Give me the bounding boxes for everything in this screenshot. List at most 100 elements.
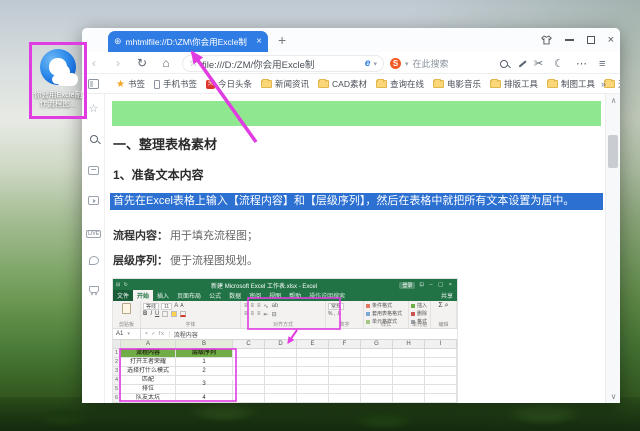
bookmarks-overflow-chevron[interactable]: » (601, 79, 606, 89)
scroll-up-icon[interactable]: ∧ (606, 96, 621, 105)
bookmark-item[interactable]: 无 (604, 78, 620, 90)
selected-text-line: 首先在Excel表格上输入【流程内容】和【层级序列】，然后在表格中就把所有文本设… (110, 193, 603, 210)
bookmark-item[interactable]: 头今日头条 (206, 78, 252, 90)
search-lens-icon[interactable] (82, 134, 105, 146)
green-highlight-block (112, 101, 601, 126)
browser-tab[interactable]: ⊕ mhtmlfile://D:\ZM\你会用Excle制 × (108, 31, 268, 52)
tab-close-icon[interactable]: × (256, 36, 262, 47)
menu-hamburger-icon[interactable]: ≡ (599, 55, 605, 72)
maximize-icon[interactable] (586, 36, 595, 44)
excel-window-title: 新建 Microsoft Excel 工作表.xlsx - Excel (211, 283, 318, 290)
bookmarks-bar: ★ 书签 手机书签 头今日头条 新闻资讯 CAD素材 查询在线 电影音乐 排版工具… (82, 75, 620, 94)
formula-icons: × ✓ fx (141, 331, 170, 337)
bookmark-item[interactable]: 排版工具 (490, 78, 538, 90)
bookmark-item[interactable]: ★ 书签 (116, 78, 145, 90)
forward-icon[interactable]: › (106, 56, 130, 70)
search-box[interactable]: S ▾ 在此搜索 (390, 55, 449, 72)
bookmark-star-icon[interactable]: ☆ (189, 58, 198, 69)
page-content: 一、整理表格素材 1、准备文本内容 首先在Excel表格上输入【流程内容】和【层… (105, 94, 605, 403)
quick-access-icons: ⊟ ↻ (116, 282, 129, 288)
desktop-shortcut-qq-browser-file[interactable]: 你会用Excle制 作流程图... (29, 42, 87, 119)
select-all-corner (113, 340, 121, 348)
folder-icon (375, 78, 387, 88)
star-icon: ★ (116, 78, 125, 90)
excel-screenshot-image: ⊟ ↻ 新建 Microsoft Excel 工作表.xlsx - Excel … (113, 279, 457, 403)
alignment-group: ≡ ≡ ≡ ∿ ab ≡ ≡ ≡ ⇤ ⊟ 对齐方式 (241, 301, 326, 328)
shortcut-label: 你会用Excle制 作流程图... (33, 90, 83, 108)
url-text[interactable]: file:///D:/ZM/你会用Excle制 (202, 57, 362, 71)
name-box: A1 ▾ (113, 329, 141, 339)
bookmark-item[interactable]: 制图工具 (547, 78, 595, 90)
number-format-box: 常规 (328, 302, 345, 310)
font-group: 等线 11 AA BIU 字体 (141, 301, 241, 328)
styles-group: 条件格式 套用表格格式 单元格样式 样式 (364, 301, 409, 328)
ie-mode-icon[interactable]: e (365, 58, 371, 69)
navigation-toolbar: ‹ › ↻ ⌂ ☆ file:///D:/ZM/你会用Excle制 e ▾ S … (82, 52, 620, 74)
paragraph: 层级序列： 便于流程图规划。 (113, 255, 258, 267)
folder-icon (433, 78, 444, 88)
bookmark-item[interactable]: 查询在线 (375, 78, 424, 90)
column-headers: A B C D E F G H I (113, 340, 457, 349)
formula-value: 流程内容 (173, 332, 198, 339)
sheet-row: 4 匹配 3 (113, 376, 457, 388)
scroll-thumb[interactable] (608, 135, 618, 168)
sign-in-button: 登录 (399, 281, 416, 289)
excel-ribbon: 剪贴板 等线 11 AA BIU 字体 ≡ ≡ ≡ ∿ ab ≡ ≡ ≡ ⇤ ⊟… (113, 301, 457, 329)
search-placeholder[interactable]: 在此搜索 (413, 57, 449, 70)
bookmark-item[interactable]: 手机书签 (153, 78, 197, 90)
cells-group: 插入 删除 格式 单元格 (409, 301, 431, 328)
address-bar[interactable]: ☆ file:///D:/ZM/你会用Excle制 e ▾ (182, 55, 384, 72)
sheet-row: 2 打开王者荣耀 1 (113, 358, 457, 367)
scrollbar[interactable]: ∧ ∨ (605, 94, 620, 403)
scroll-down-icon[interactable]: ∨ (606, 392, 621, 401)
search-engine-icon[interactable]: S (390, 58, 401, 69)
folder-icon (547, 78, 559, 88)
phone-icon (153, 79, 160, 89)
sheet-row: 5 排位 (113, 385, 457, 394)
night-mode-moon-icon[interactable]: ☾ (554, 55, 564, 72)
translate-pen-icon[interactable] (518, 55, 527, 72)
folder-icon (318, 78, 330, 88)
chevron-down-icon[interactable]: ▾ (373, 60, 377, 68)
screenshot-scissors-icon[interactable]: ✂ (534, 55, 543, 72)
tab-title: mhtmlfile://D:\ZM\你会用Excle制 (125, 36, 247, 47)
sub-heading: 1、准备文本内容 (113, 168, 204, 182)
search-lens-icon[interactable] (500, 55, 508, 72)
paragraph: 流程内容： 用于填充流程图； (113, 230, 258, 242)
home-icon[interactable]: ⌂ (154, 56, 178, 70)
bookmark-item[interactable]: CAD素材 (318, 78, 367, 90)
theme-shirt-icon[interactable] (540, 35, 552, 45)
folder-icon (490, 78, 502, 88)
share-button: 共享 (440, 294, 453, 300)
tell-me-box: 操作说明搜索 (309, 294, 346, 300)
font-size-box: 11 (161, 302, 173, 310)
bookmark-item[interactable]: 新闻资讯 (261, 78, 309, 90)
browser-logo[interactable] (88, 31, 105, 48)
cart-icon[interactable] (82, 284, 105, 296)
sheet-row: 3 选择打什么模式 2 (113, 367, 457, 376)
formula-bar: A1 ▾ × ✓ fx 流程内容 (113, 329, 457, 340)
chevron-down-icon[interactable]: ▾ (405, 60, 409, 68)
close-icon[interactable]: × (608, 35, 614, 46)
messages-icon[interactable] (82, 256, 105, 268)
tab-home: 开始 (133, 290, 154, 301)
more-dots-icon[interactable]: ⋯ (576, 55, 587, 72)
bookmark-item[interactable]: 电影音乐 (433, 78, 481, 90)
globe-icon: ⊕ (114, 36, 122, 46)
new-tab-button[interactable]: + (278, 32, 286, 48)
refresh-icon[interactable]: ↻ (130, 56, 154, 70)
side-panel-icon[interactable] (88, 79, 99, 89)
video-icon[interactable] (82, 196, 105, 208)
section-heading: 一、整理表格素材 (113, 137, 218, 152)
live-icon[interactable]: LIVE (82, 226, 105, 238)
font-name-box: 等线 (143, 302, 160, 310)
sheet-row: 1 流程内容 层级序列 (113, 349, 457, 358)
font-color-icon (180, 311, 187, 317)
reader-icon[interactable] (82, 166, 105, 178)
minimize-icon[interactable] (564, 39, 574, 41)
tab-insert: 插入 (157, 294, 170, 300)
borders-icon (162, 311, 169, 317)
tab-data: 数据 (229, 294, 242, 300)
clipboard-group: 剪贴板 (113, 301, 141, 328)
excel-ribbon-tabs: 文件 开始 插入 页面布局 公式 数据 审阅 视图 帮助 操作说明搜索 共享 (113, 290, 457, 301)
